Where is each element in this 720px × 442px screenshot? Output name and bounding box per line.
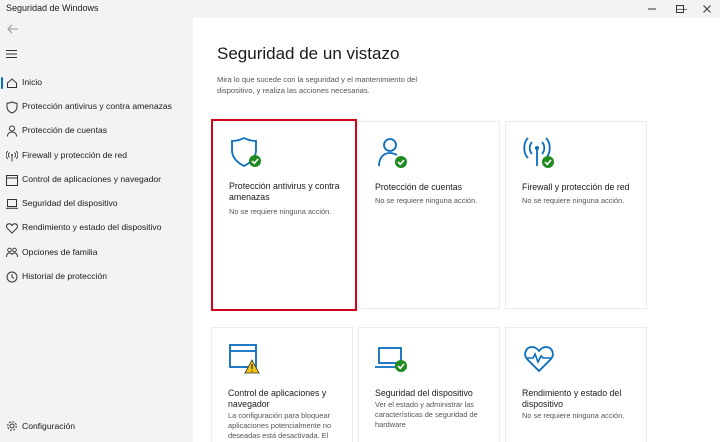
- card-title: Protección de cuentas: [375, 182, 463, 192]
- title-bar: Seguridad de Windows —: [0, 0, 720, 18]
- sidebar-item-historial[interactable]: Historial de protección: [0, 266, 193, 288]
- minimize-icon: [648, 8, 656, 10]
- card-antivirus[interactable]: Protección antivirus y contra amenazas N…: [211, 119, 357, 311]
- close-button[interactable]: [692, 0, 720, 18]
- card-rendimiento[interactable]: Rendimiento y estado del dispositivo No …: [505, 327, 647, 442]
- sidebar-item-control-aplicaciones[interactable]: Control de aplicaciones y navegador: [0, 169, 193, 191]
- hamburger-menu-icon[interactable]: [6, 49, 18, 59]
- wifi-antenna-icon: [6, 149, 18, 163]
- close-icon: [703, 5, 711, 13]
- sidebar-item-rendimiento[interactable]: Rendimiento y estado del dispositivo: [0, 217, 193, 239]
- active-indicator: [1, 77, 3, 89]
- gear-icon: [7, 421, 17, 431]
- card-cuentas[interactable]: Protección de cuentas No se requiere nin…: [358, 121, 500, 309]
- main-content: Seguridad de un vistazo Mira lo que suce…: [193, 18, 720, 442]
- page-title: Seguridad de un vistazo: [217, 44, 400, 63]
- card-title: Seguridad del dispositivo: [375, 388, 473, 398]
- sidebar-item-seguridad-dispositivo[interactable]: Seguridad del dispositivo: [0, 193, 193, 215]
- browser-warning-icon: [229, 344, 260, 374]
- card-title: Control de aplicaciones y navegador: [228, 388, 327, 409]
- app-browser-icon: [6, 173, 18, 187]
- sidebar-item-antivirus[interactable]: Protección antivirus y contra amenazas: [0, 96, 193, 118]
- person-icon: [6, 124, 18, 138]
- history-icon: [6, 270, 18, 284]
- laptop-icon: [6, 197, 18, 211]
- sidebar-item-inicio[interactable]: Inicio: [0, 72, 193, 94]
- heart-pulse-icon: [524, 346, 554, 373]
- sidebar-item-label: Opciones de familia: [22, 247, 98, 257]
- antenna-check-icon: [523, 137, 554, 168]
- sidebar-item-label: Inicio: [22, 77, 43, 87]
- minimize-button-2[interactable]: [637, 0, 667, 18]
- sidebar-item-label: Firewall y protección de red: [22, 150, 128, 160]
- sidebar-item-familia[interactable]: Opciones de familia: [0, 242, 193, 264]
- card-firewall[interactable]: Firewall y protección de red No se requi…: [505, 121, 647, 309]
- sidebar-item-label: Historial de protección: [22, 271, 108, 281]
- card-status: No se requiere ninguna acción.: [522, 411, 625, 420]
- shield-check-icon: [231, 136, 261, 168]
- person-check-icon: [378, 138, 407, 168]
- heart-icon: [6, 221, 18, 235]
- sidebar-item-label: Configuración: [22, 421, 76, 431]
- card-status: No se requiere ninguna acción.: [229, 207, 332, 216]
- sidebar-item-label: Control de aplicaciones y navegador: [22, 174, 162, 184]
- home-icon: [6, 76, 18, 90]
- card-status: La configuración para bloquear aplicacio…: [228, 411, 332, 440]
- laptop-check-icon: [375, 347, 407, 372]
- card-title: Protección antivirus y contra amenazas: [229, 181, 340, 202]
- shield-icon: [6, 100, 18, 114]
- window-title: Seguridad de Windows: [6, 3, 99, 13]
- sidebar-item-label: Rendimiento y estado del dispositivo: [22, 222, 162, 232]
- back-arrow-icon[interactable]: [6, 22, 20, 36]
- card-control-aplicaciones[interactable]: Control de aplicaciones y navegador La c…: [211, 327, 353, 442]
- sidebar-item-cuentas[interactable]: Protección de cuentas: [0, 120, 193, 142]
- card-status: No se requiere ninguna acción.: [375, 196, 478, 205]
- family-icon: [6, 246, 18, 260]
- sidebar-item-label: Protección de cuentas: [22, 125, 108, 135]
- page-description: Mira lo que sucede con la seguridad y el…: [217, 75, 418, 95]
- sidebar-item-label: Protección antivirus y contra amenazas: [22, 101, 172, 111]
- card-title: Firewall y protección de red: [522, 182, 630, 192]
- card-seguridad-dispositivo[interactable]: Seguridad del dispositivo Ver el estado …: [358, 327, 500, 442]
- sidebar-item-label: Seguridad del dispositivo: [22, 198, 118, 208]
- card-status: No se requiere ninguna acción.: [522, 196, 625, 205]
- card-title: Rendimiento y estado del dispositivo: [522, 388, 622, 409]
- sidebar-item-configuracion[interactable]: Configuración: [0, 416, 193, 438]
- maximize-icon: [676, 5, 684, 13]
- card-status: Ver el estado y administrar las caracter…: [375, 400, 478, 429]
- sidebar: Inicio Protección antivirus y contra ame…: [0, 18, 193, 442]
- sidebar-item-firewall[interactable]: Firewall y protección de red: [0, 145, 193, 167]
- maximize-button[interactable]: [665, 0, 695, 18]
